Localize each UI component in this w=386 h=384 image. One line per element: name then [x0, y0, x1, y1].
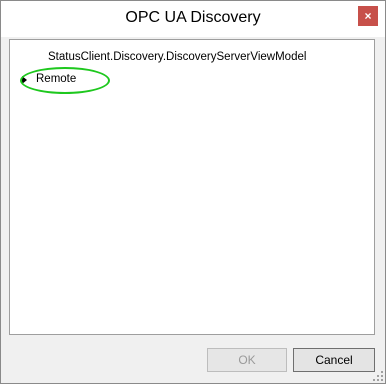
- cancel-button[interactable]: Cancel: [293, 348, 375, 372]
- title-bar[interactable]: OPC UA Discovery ×: [1, 1, 385, 37]
- grip-dot: [373, 379, 375, 381]
- window-title: OPC UA Discovery: [125, 9, 261, 26]
- tree-item-remote[interactable]: Remote: [20, 67, 122, 94]
- grip-dot: [381, 371, 383, 373]
- chevron-right-icon[interactable]: [22, 76, 27, 84]
- tree-item-label[interactable]: Remote: [36, 73, 76, 85]
- tree-header-label: StatusClient.Discovery.DiscoveryServerVi…: [48, 51, 307, 63]
- grip-dot: [377, 375, 379, 377]
- close-icon: ×: [364, 9, 372, 23]
- dialog-window: OPC UA Discovery × StatusClient.Discover…: [0, 0, 386, 384]
- resize-grip-icon[interactable]: [373, 371, 383, 381]
- grip-dot: [381, 375, 383, 377]
- grip-dot: [377, 379, 379, 381]
- grip-dot: [381, 379, 383, 381]
- close-button[interactable]: ×: [358, 6, 378, 26]
- discovery-tree-view[interactable]: StatusClient.Discovery.DiscoveryServerVi…: [9, 39, 375, 335]
- ok-button[interactable]: OK: [207, 348, 287, 372]
